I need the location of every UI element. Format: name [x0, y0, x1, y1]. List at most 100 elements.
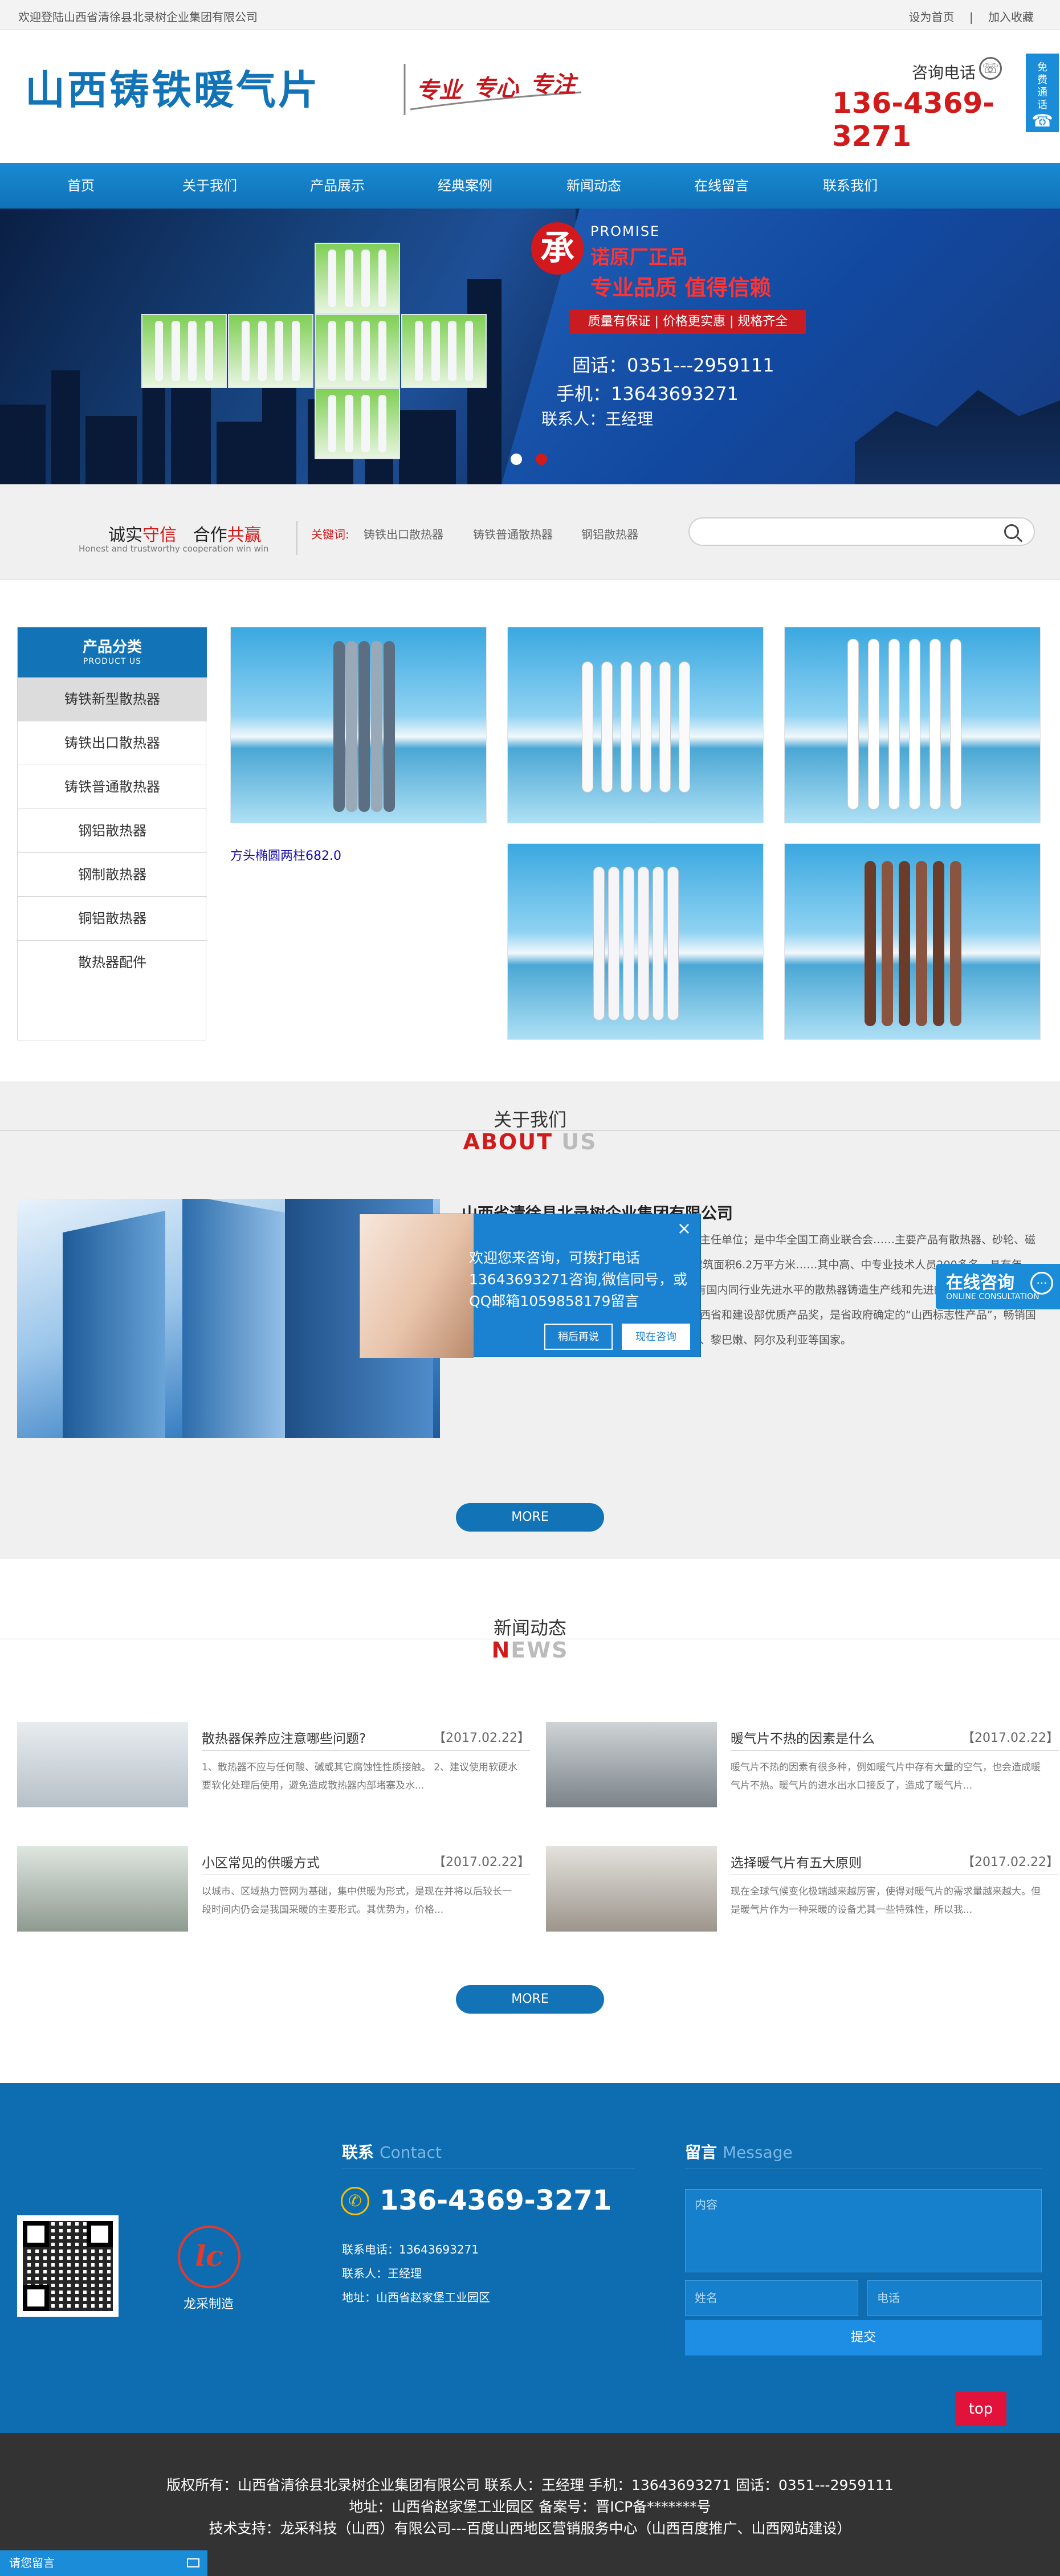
- about-more-button[interactable]: MORE: [456, 1503, 604, 1532]
- news-title-en: NEWS: [0, 1638, 1060, 1663]
- contact-heading-en: Contact: [380, 2143, 442, 2162]
- news-title[interactable]: 暖气片不热的因素是什么: [731, 1728, 875, 1747]
- keyword-link[interactable]: 铸铁普通散热器: [473, 525, 553, 542]
- popup-message: 欢迎您来咨询，可拨打电话13643693271咨询,微信同号，或QQ邮箱1059…: [469, 1250, 687, 1309]
- news-date: 【2017.02.22】: [433, 1731, 530, 1745]
- nav-contact[interactable]: 联系我们: [799, 163, 902, 209]
- radiator-image: [401, 314, 487, 388]
- submit-button[interactable]: 提交: [685, 2320, 1042, 2355]
- product-image: [865, 861, 961, 1026]
- nav-cases[interactable]: 经典案例: [414, 163, 516, 209]
- hero-banner[interactable]: 承 PROMISE 诺原厂正品 专业品质 值得信赖 质量有保证 | 价格更实惠 …: [0, 209, 1060, 484]
- news-date: 【2017.02.22】: [962, 1731, 1059, 1745]
- news-title: 新闻动态: [493, 1617, 566, 1639]
- credo-a-highlight: 守信: [142, 525, 177, 545]
- add-favorite-link[interactable]: 加入收藏: [988, 10, 1034, 24]
- news-en-a: N: [491, 1638, 511, 1663]
- product-card[interactable]: [507, 627, 764, 823]
- nav-products[interactable]: 产品展示: [286, 163, 389, 209]
- about-en-b: US: [553, 1129, 597, 1154]
- consultant-photo: [360, 1214, 474, 1358]
- site-logo[interactable]: 山西铸铁暖气片: [25, 58, 320, 116]
- search-input[interactable]: [688, 517, 1035, 546]
- product-card[interactable]: [784, 627, 1041, 823]
- category-title-en: PRODUCT US: [83, 657, 142, 666]
- divider: [731, 1750, 1059, 1751]
- online-consult-label-en: ONLINE CONSULTATION: [946, 1292, 1039, 1301]
- category-item[interactable]: 铸铁新型散热器: [18, 677, 207, 721]
- product-image: [847, 639, 979, 810]
- radiator-image: [315, 388, 400, 459]
- product-card[interactable]: [784, 843, 1041, 1040]
- products-section: 产品分类 PRODUCT US 铸铁新型散热器 铸铁出口散热器 铸铁普通散热器 …: [0, 580, 1060, 1081]
- free-call-label: 免费通话: [1037, 62, 1047, 111]
- category-sidebar: 产品分类 PRODUCT US 铸铁新型散热器 铸铁出口散热器 铸铁普通散热器 …: [17, 627, 207, 1040]
- keyword-link[interactable]: 铸铁出口散热器: [364, 525, 443, 542]
- set-home-link[interactable]: 设为首页: [909, 10, 955, 24]
- nav-about[interactable]: 关于我们: [158, 163, 261, 209]
- category-item[interactable]: 铜铝散热器: [18, 897, 207, 941]
- category-item[interactable]: 钢制散热器: [18, 853, 207, 897]
- about-title-en: ABOUT US: [0, 1129, 1060, 1154]
- promo-tel: 固话：0351---2959111: [572, 354, 774, 376]
- free-call-button[interactable]: 免费通话 ☎: [1026, 54, 1059, 132]
- category-header: 产品分类 PRODUCT US: [18, 627, 207, 677]
- slider-dot-1[interactable]: [511, 454, 522, 465]
- footer-tel: 联系电话：13643693271: [342, 2243, 479, 2256]
- nav-home[interactable]: 首页: [30, 163, 132, 209]
- category-item[interactable]: 钢铝散热器: [18, 809, 207, 853]
- back-to-top-button[interactable]: top: [955, 2392, 1006, 2426]
- news-item[interactable]: 小区常见的供暖方式 【2017.02.22】 以城市、区域热力管网为基础，集中供…: [17, 1846, 530, 1937]
- phone-label: 咨询电话: [912, 63, 976, 82]
- message-heading: 留言 Message: [685, 2140, 793, 2163]
- name-field[interactable]: 姓名: [685, 2280, 858, 2316]
- nav-message[interactable]: 在线留言: [670, 163, 773, 209]
- brand-name: 龙采制造: [184, 2297, 234, 2312]
- news-title[interactable]: 小区常见的供暖方式: [202, 1852, 320, 1871]
- contact-heading: 联系 Contact: [342, 2140, 442, 2163]
- news-summary: 暖气片不热的因素有很多种，例如暖气片中存有大量的空气，也会造成暖气片不热。暖气片…: [731, 1762, 1041, 1791]
- category-item[interactable]: 铸铁普通散热器: [18, 765, 207, 809]
- footer-phone: 136-4369-3271: [380, 2185, 612, 2216]
- news-item[interactable]: 暖气片不热的因素是什么 【2017.02.22】 暖气片不热的因素有很多种，例如…: [546, 1722, 1059, 1813]
- promise-badge: 承: [531, 222, 584, 275]
- product-image: [582, 662, 690, 793]
- online-consult-button[interactable]: 在线咨询 ONLINE CONSULTATION ···: [936, 1264, 1060, 1309]
- search-bar: 诚实守信 合作共赢 Honest and trustworthy coopera…: [0, 484, 1060, 580]
- copyright-line-3: 技术支持：龙采科技（山西）有限公司---百度山西地区营销服务中心（山西百度推广、…: [209, 2520, 851, 2537]
- nav-news[interactable]: 新闻动态: [543, 163, 645, 209]
- radiator-image: [315, 314, 400, 388]
- radiator-image: [228, 314, 313, 388]
- welcome-text: 欢迎登陆山西省清徐县北录树企业集团有限公司: [18, 10, 258, 24]
- consult-now-button[interactable]: 现在咨询: [622, 1324, 690, 1350]
- news-title[interactable]: 散热器保养应注意哪些问题?: [202, 1728, 366, 1747]
- broken-product-image[interactable]: 方头椭圆两柱682.0: [230, 846, 341, 864]
- product-card[interactable]: [507, 843, 764, 1040]
- minimize-icon[interactable]: [187, 2558, 199, 2567]
- news-more-button[interactable]: MORE: [456, 1985, 604, 2014]
- brand-logo: lc: [178, 2226, 240, 2288]
- telephone-icon: ☎: [1032, 111, 1053, 131]
- slider-dot-2[interactable]: [536, 454, 547, 465]
- news-title[interactable]: 选择暖气片有五大原则: [731, 1852, 862, 1871]
- later-button[interactable]: 稍后再说: [544, 1324, 613, 1350]
- news-en-b: EWS: [511, 1638, 569, 1663]
- product-image: [593, 867, 679, 1020]
- promo-contact: 联系人：王经理: [541, 410, 654, 428]
- category-item[interactable]: 散热器配件: [18, 941, 207, 985]
- search-icon[interactable]: [1004, 524, 1019, 539]
- credo-b-highlight: 共赢: [227, 525, 262, 545]
- news-item[interactable]: 散热器保养应注意哪些问题? 【2017.02.22】 1、散热器不应与任何酸、碱…: [17, 1722, 530, 1813]
- leave-message-bar[interactable]: 请您留言: [0, 2550, 207, 2576]
- product-card[interactable]: [230, 627, 487, 823]
- credo-text: 诚实守信 合作共赢: [108, 521, 262, 546]
- news-item[interactable]: 选择暖气片有五大原则 【2017.02.22】 现在全球气候变化极端越来越厉害，…: [546, 1846, 1059, 1937]
- site-header: 山西铸铁暖气片 专业 专心 专注 咨询电话 ☏ 136-4369-3271 免费…: [0, 30, 1060, 163]
- promo-headline-1: 诺原厂正品: [590, 246, 687, 269]
- close-icon[interactable]: ×: [677, 1219, 691, 1239]
- category-item[interactable]: 铸铁出口散热器: [18, 721, 207, 765]
- site-footer: lc 龙采制造 联系 Contact ✆ 136-4369-3271 联系电话：1…: [0, 2083, 1060, 2433]
- keyword-link[interactable]: 钢铝散热器: [581, 525, 638, 542]
- phone-field[interactable]: 电话: [867, 2280, 1042, 2316]
- message-content-field[interactable]: 内容: [685, 2189, 1042, 2272]
